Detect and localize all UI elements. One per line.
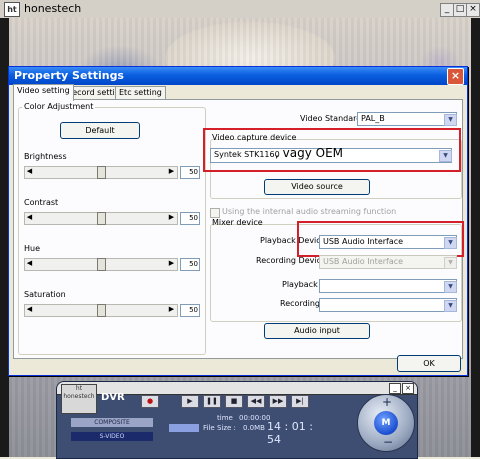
time-label: time [217, 414, 233, 422]
video-capture-device-select[interactable]: Syntek STK1160 , vagy OEM ▼ [210, 146, 452, 163]
recording-device-value: USB Audio Interface [323, 257, 404, 266]
dialog-title: Property Settings [14, 69, 124, 82]
video-standard-value: PAL_B [361, 114, 385, 123]
chevron-down-icon[interactable]: ▼ [439, 150, 452, 162]
hue-slider[interactable]: ◀ ▶ [24, 258, 178, 271]
slider-left-arrow-icon[interactable]: ◀ [25, 167, 34, 176]
contrast-label: Contrast [24, 198, 59, 207]
svideo-source-button[interactable]: S-VIDEO [71, 432, 153, 441]
video-setting-panel: Color Adjustment Default Brightness ◀ ▶ … [13, 99, 464, 359]
audio-input-button[interactable]: Audio input [264, 323, 370, 339]
brightness-label: Brightness [24, 152, 67, 161]
playback-device-select[interactable]: USB Audio Interface ▼ [319, 235, 457, 249]
hue-value: 50 [180, 258, 200, 271]
recording-select[interactable]: ▼ [319, 298, 457, 312]
color-adjustment-label: Color Adjustment [22, 102, 96, 111]
chevron-down-icon[interactable]: ▼ [444, 281, 457, 293]
slider-left-arrow-icon[interactable]: ◀ [25, 213, 34, 222]
recording-device-select[interactable]: USB Audio Interface ▼ [319, 255, 457, 269]
mode-icons [169, 424, 199, 432]
hue-label: Hue [24, 244, 41, 253]
close-icon[interactable]: × [466, 3, 480, 17]
menu-button[interactable]: M [374, 411, 398, 435]
honestech-dvr-logo-icon: ht honestech [61, 384, 97, 414]
playback-select[interactable]: ▼ [319, 279, 457, 293]
app-title-bar: ht honestech _ □ × [0, 0, 480, 19]
saturation-label: Saturation [24, 290, 66, 299]
stop-button[interactable]: ■ [225, 395, 243, 408]
slider-thumb[interactable] [96, 166, 106, 179]
contrast-slider[interactable]: ◀ ▶ [24, 212, 178, 225]
saturation-value: 50 [180, 304, 200, 317]
slider-left-arrow-icon[interactable]: ◀ [25, 305, 34, 314]
rewind-button[interactable]: ◀◀ [247, 395, 265, 408]
color-adjustment-group [18, 107, 206, 355]
maximize-icon[interactable]: □ [453, 3, 467, 17]
playback-device-value: USB Audio Interface [323, 237, 404, 246]
capture-device-annotation: , vagy OEM [275, 146, 343, 160]
file-size-value: 0.0MB [243, 424, 265, 432]
brightness-slider[interactable]: ◀ ▶ [24, 166, 178, 179]
property-settings-dialog: Property Settings × Video setting Record… [8, 66, 468, 376]
playback-label: Playback : [282, 280, 323, 289]
dialog-close-button[interactable]: × [447, 68, 464, 85]
minimize-icon[interactable]: _ [440, 3, 454, 17]
minus-icon[interactable]: − [383, 435, 393, 449]
slider-left-arrow-icon[interactable]: ◀ [25, 259, 34, 268]
step-button[interactable]: ▶| [291, 395, 309, 408]
dvr-close-icon[interactable]: × [402, 383, 414, 394]
clock-display: 14 : 01 : 54 [267, 420, 313, 446]
slider-thumb[interactable] [96, 212, 106, 225]
dialog-title-bar: Property Settings × [9, 67, 467, 85]
play-button[interactable]: ▶ [181, 395, 199, 408]
mixer-device-label: Mixer device [212, 218, 263, 227]
saturation-slider[interactable]: ◀ ▶ [24, 304, 178, 317]
slider-thumb[interactable] [96, 304, 106, 317]
time-value: 00:00:00 [239, 414, 271, 422]
app-title: honestech [24, 2, 82, 15]
pause-button[interactable]: ❚❚ [203, 395, 221, 408]
composite-source-button[interactable]: COMPOSITE [71, 418, 153, 427]
slider-right-arrow-icon[interactable]: ▶ [167, 213, 176, 222]
slider-right-arrow-icon[interactable]: ▶ [167, 305, 176, 314]
plus-icon[interactable]: + [382, 395, 392, 409]
contrast-value: 50 [180, 212, 200, 225]
dvr-status-display: time 00:00:00 File Size : 0.0MB 14 : 01 … [169, 414, 325, 446]
slider-thumb[interactable] [96, 258, 106, 271]
record-button[interactable]: ● [141, 395, 159, 408]
video-capture-device-label: Video capture device [212, 133, 297, 142]
chevron-down-icon[interactable]: ▼ [444, 237, 457, 249]
chevron-down-icon[interactable]: ▼ [444, 114, 457, 126]
brightness-value: 50 [180, 166, 200, 179]
dvr-title: DVR [101, 392, 125, 403]
default-button[interactable]: Default [60, 122, 140, 139]
internal-audio-label: Using the internal audio streaming funct… [222, 207, 397, 216]
capture-device-value: Syntek STK1160 [214, 150, 280, 159]
menu-knob[interactable]: + − M [357, 394, 415, 452]
dvr-control-bar: ht honestech DVR _ × ● ▶ ❚❚ ■ ◀◀ ▶▶ ▶| C… [56, 381, 418, 459]
tab-video-setting[interactable]: Video setting [13, 84, 74, 101]
video-standard-select[interactable]: PAL_B ▼ [357, 112, 457, 126]
tab-etc-setting[interactable]: Etc setting [115, 86, 166, 100]
honestech-logo-icon: ht [4, 2, 20, 17]
file-size-label: File Size : [203, 424, 236, 432]
internal-audio-checkbox[interactable] [210, 208, 220, 218]
slider-right-arrow-icon[interactable]: ▶ [167, 259, 176, 268]
chevron-down-icon[interactable]: ▼ [444, 257, 457, 269]
ok-button[interactable]: OK [397, 355, 461, 372]
forward-button[interactable]: ▶▶ [269, 395, 287, 408]
dvr-minimize-icon[interactable]: _ [389, 383, 401, 394]
slider-right-arrow-icon[interactable]: ▶ [167, 167, 176, 176]
video-right-border [471, 18, 480, 457]
video-source-button[interactable]: Video source [264, 179, 370, 195]
chevron-down-icon[interactable]: ▼ [444, 300, 457, 312]
